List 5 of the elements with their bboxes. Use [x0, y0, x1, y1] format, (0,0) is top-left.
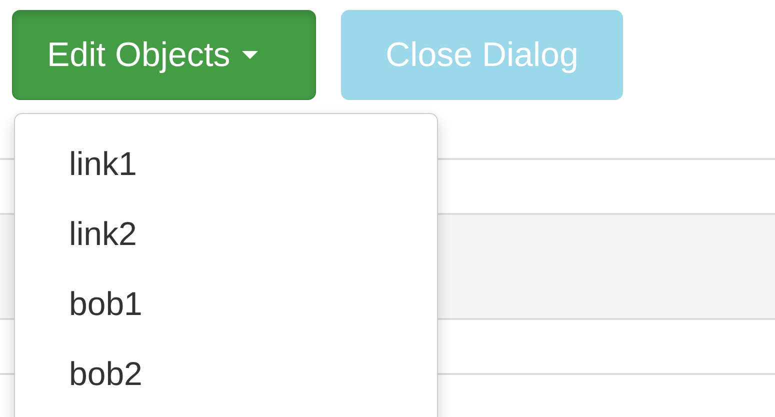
menu-item[interactable]: bob2: [15, 339, 437, 409]
menu-item[interactable]: link2: [15, 199, 437, 269]
menu-item[interactable]: link1: [15, 129, 437, 199]
caret-icon: [242, 51, 258, 59]
menu-item[interactable]: bob1: [15, 269, 437, 339]
